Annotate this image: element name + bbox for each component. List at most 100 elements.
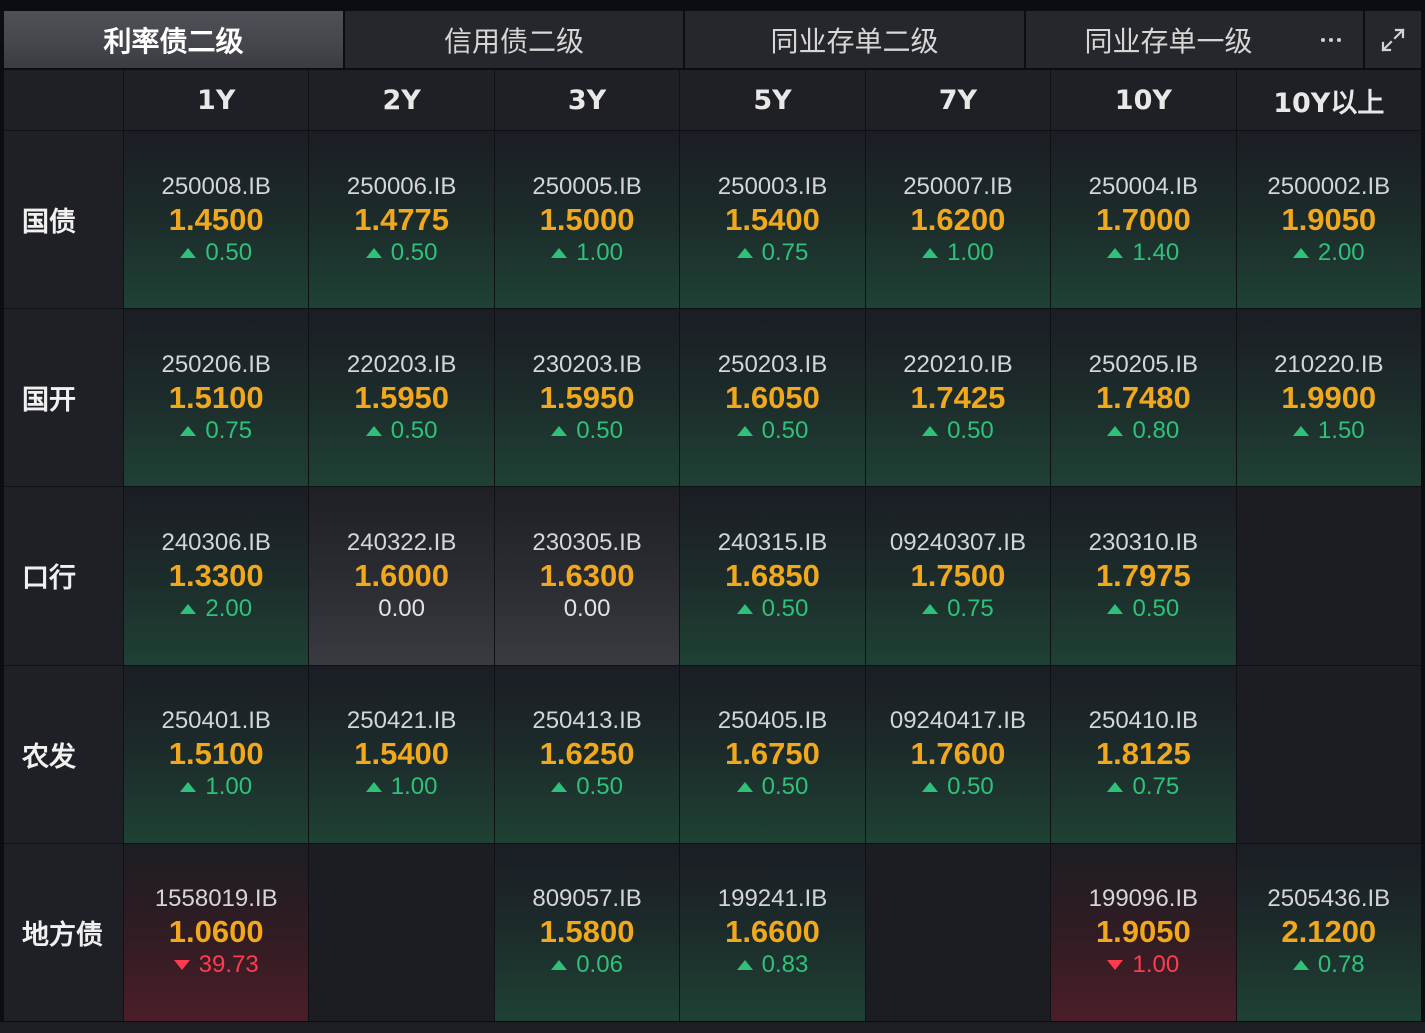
more-icon[interactable] <box>1311 25 1351 55</box>
tab-label: 信用债二级 <box>443 24 584 58</box>
table-footer <box>0 1022 1425 1033</box>
up-arrow-icon <box>922 603 939 614</box>
bond-code: 230203.IB <box>532 350 642 378</box>
yield-value: 1.5100 <box>168 736 264 772</box>
change-value: 0.75 <box>736 237 808 269</box>
change-value: 0.50 <box>1107 593 1179 625</box>
quote-cell[interactable]: 199241.IB 1.6600 0.83 <box>680 843 865 1021</box>
up-arrow-icon <box>551 782 568 793</box>
bond-code: 220210.IB <box>903 350 1013 378</box>
column-header: 1Y <box>124 70 309 130</box>
tab-credit-bond-secondary[interactable]: 信用债二级 <box>345 11 683 68</box>
yield-value: 1.6200 <box>910 201 1006 237</box>
up-arrow-icon <box>365 782 382 793</box>
quote-cell[interactable]: 250413.IB 1.6250 0.50 <box>494 665 680 843</box>
change-value: 0.50 <box>365 237 438 269</box>
change-value: 1.00 <box>180 771 252 803</box>
tab-ncd-secondary[interactable]: 同业存单二级 <box>685 11 1024 68</box>
column-header: 3Y <box>494 70 680 130</box>
up-arrow-icon <box>736 247 753 258</box>
change-amount: 1.50 <box>1317 416 1365 444</box>
quote-cell[interactable]: 240322.IB 1.6000 0.00 <box>309 487 494 665</box>
quote-cell[interactable]: 250005.IB 1.5000 1.00 <box>494 131 680 309</box>
yield-value: 1.6000 <box>354 557 450 593</box>
quote-cell[interactable]: 250008.IB 1.4500 0.50 <box>124 131 309 309</box>
row-label: 农发 <box>4 665 123 843</box>
quote-cell[interactable]: 250401.IB 1.5100 1.00 <box>124 665 309 843</box>
yield-value: 1.5950 <box>539 379 635 415</box>
yield-value: 1.9900 <box>1281 379 1377 415</box>
quote-cell[interactable]: 09240307.IB 1.7500 0.75 <box>865 487 1051 665</box>
yield-value: 1.9050 <box>1095 914 1191 950</box>
quote-cell[interactable]: 250206.IB 1.5100 0.75 <box>124 309 309 487</box>
change-amount: 0.50 <box>1132 594 1180 622</box>
empty-cell <box>309 843 494 1021</box>
quote-cell[interactable]: 2500002.IB 1.9050 2.00 <box>1236 131 1421 309</box>
yield-value: 1.6300 <box>539 557 635 593</box>
tab-rates-bond-secondary[interactable]: 利率债二级 <box>4 11 343 68</box>
bond-code: 250004.IB <box>1088 172 1199 200</box>
up-arrow-icon <box>922 247 939 258</box>
row-label: 国开 <box>4 309 123 487</box>
bond-code: 250413.IB <box>532 707 642 735</box>
quote-cell[interactable]: 199096.IB 1.9050 1.00 <box>1051 843 1236 1021</box>
quote-cell[interactable]: 250203.IB 1.6050 0.50 <box>680 309 865 487</box>
change-amount: 0.50 <box>947 416 994 444</box>
change-amount: 2.00 <box>1317 238 1365 266</box>
change-amount: 1.00 <box>947 238 994 266</box>
change-amount: 0.75 <box>205 416 253 444</box>
change-amount: 2.00 <box>205 594 253 622</box>
quote-cell[interactable]: 250006.IB 1.4775 0.50 <box>309 131 494 309</box>
up-arrow-icon <box>365 247 382 258</box>
change-amount: 0.75 <box>947 594 994 622</box>
bond-code: 199241.IB <box>717 885 828 913</box>
up-arrow-icon <box>180 247 197 258</box>
bond-code: 09240417.IB <box>889 707 1026 735</box>
quote-cell[interactable]: 1558019.IB 1.0600 39.73 <box>124 843 309 1021</box>
quote-cell[interactable]: 250405.IB 1.6750 0.50 <box>680 665 865 843</box>
quote-cell[interactable]: 230305.IB 1.6300 0.00 <box>494 487 680 665</box>
expand-button[interactable] <box>1365 11 1421 68</box>
quote-cell[interactable]: 220210.IB 1.7425 0.50 <box>865 309 1051 487</box>
quote-cell[interactable]: 230310.IB 1.7975 0.50 <box>1051 487 1236 665</box>
up-arrow-icon <box>1107 247 1124 258</box>
bond-code: 250006.IB <box>346 172 457 200</box>
change-amount: 0.50 <box>205 238 253 266</box>
change-value: 0.75 <box>1107 771 1179 803</box>
yield-value: 1.8125 <box>1095 736 1191 772</box>
column-header: 7Y <box>865 70 1051 130</box>
change-amount: 0.50 <box>761 416 809 444</box>
quote-cell[interactable]: 250410.IB 1.8125 0.75 <box>1051 665 1236 843</box>
quote-cell[interactable]: 250205.IB 1.7480 0.80 <box>1051 309 1236 487</box>
quote-cell[interactable]: 09240417.IB 1.7600 0.50 <box>865 665 1051 843</box>
yield-value: 1.7000 <box>1095 201 1191 237</box>
change-value: 1.50 <box>1292 415 1365 447</box>
up-arrow-icon <box>736 603 753 614</box>
change-value: 0.78 <box>1292 949 1365 981</box>
quote-cell[interactable]: 220203.IB 1.5950 0.50 <box>309 309 494 487</box>
quote-cell[interactable]: 809057.IB 1.5800 0.06 <box>494 843 680 1021</box>
bond-code: 220203.IB <box>346 350 457 378</box>
quote-cell[interactable]: 250004.IB 1.7000 1.40 <box>1051 131 1236 309</box>
bond-code: 250008.IB <box>161 172 271 200</box>
yield-value: 1.7425 <box>910 379 1006 415</box>
quote-cell[interactable]: 250421.IB 1.5400 1.00 <box>309 665 494 843</box>
column-header: 10Y以上 <box>1236 70 1421 130</box>
change-value: 0.50 <box>736 771 808 803</box>
quote-cell[interactable]: 2505436.IB 2.1200 0.78 <box>1236 843 1421 1021</box>
quote-cell[interactable]: 240306.IB 1.3300 2.00 <box>124 487 309 665</box>
column-header: 5Y <box>680 70 865 130</box>
change-amount: 0.78 <box>1317 951 1365 979</box>
quote-cell[interactable]: 230203.IB 1.5950 0.50 <box>494 309 680 487</box>
change-amount: 0.50 <box>390 238 438 266</box>
yield-value: 1.5400 <box>725 201 820 237</box>
quote-cell[interactable]: 250007.IB 1.6200 1.00 <box>865 131 1051 309</box>
column-header: 2Y <box>309 70 494 130</box>
down-arrow-icon <box>1107 960 1124 971</box>
quote-cell[interactable]: 250003.IB 1.5400 0.75 <box>680 131 865 309</box>
bond-code: 09240307.IB <box>889 528 1026 556</box>
quote-cell[interactable]: 240315.IB 1.6850 0.50 <box>680 487 865 665</box>
tab-ncd-primary[interactable]: 同业存单一级 <box>1026 11 1363 68</box>
quote-cell[interactable]: 210220.IB 1.9900 1.50 <box>1236 309 1421 487</box>
change-amount: 1.00 <box>576 238 623 266</box>
